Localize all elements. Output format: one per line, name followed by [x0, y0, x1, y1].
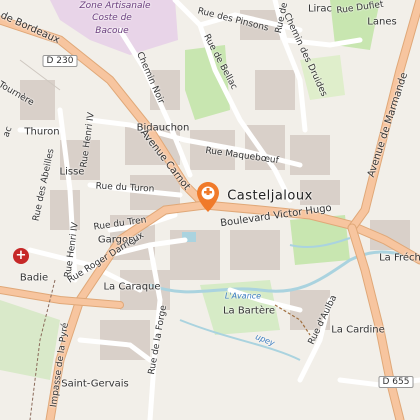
place-label: Lirac — [307, 3, 333, 15]
place-label: Coste de — [92, 13, 132, 23]
place-label: Zone Artisanale — [79, 1, 151, 11]
place-label: La Caraque — [103, 281, 161, 293]
road-shield: D 230 — [42, 55, 78, 67]
pharmacy-icon[interactable]: + — [13, 248, 29, 264]
road-shield: D 655 — [378, 376, 414, 388]
place-label: Thuron — [24, 126, 60, 138]
park-area-6 — [0, 300, 60, 380]
place-label: La Cardine — [331, 324, 385, 336]
place-label: La Fréch — [379, 252, 420, 264]
map-pin-icon[interactable] — [197, 182, 219, 212]
town-label: Casteljaloux — [227, 188, 313, 204]
place-label: Bacoue — [95, 26, 129, 36]
place-label: La Bartère — [222, 305, 276, 317]
place-label: Lanes — [367, 16, 397, 28]
place-label: Saint-Gervais — [61, 378, 129, 390]
water-label: L'Avance — [224, 291, 262, 301]
place-label: Badie — [19, 272, 49, 284]
map-view[interactable]: Zone Artisanale Coste de Bacoue Castelja… — [0, 0, 420, 420]
place-label: Lisse — [59, 166, 85, 178]
